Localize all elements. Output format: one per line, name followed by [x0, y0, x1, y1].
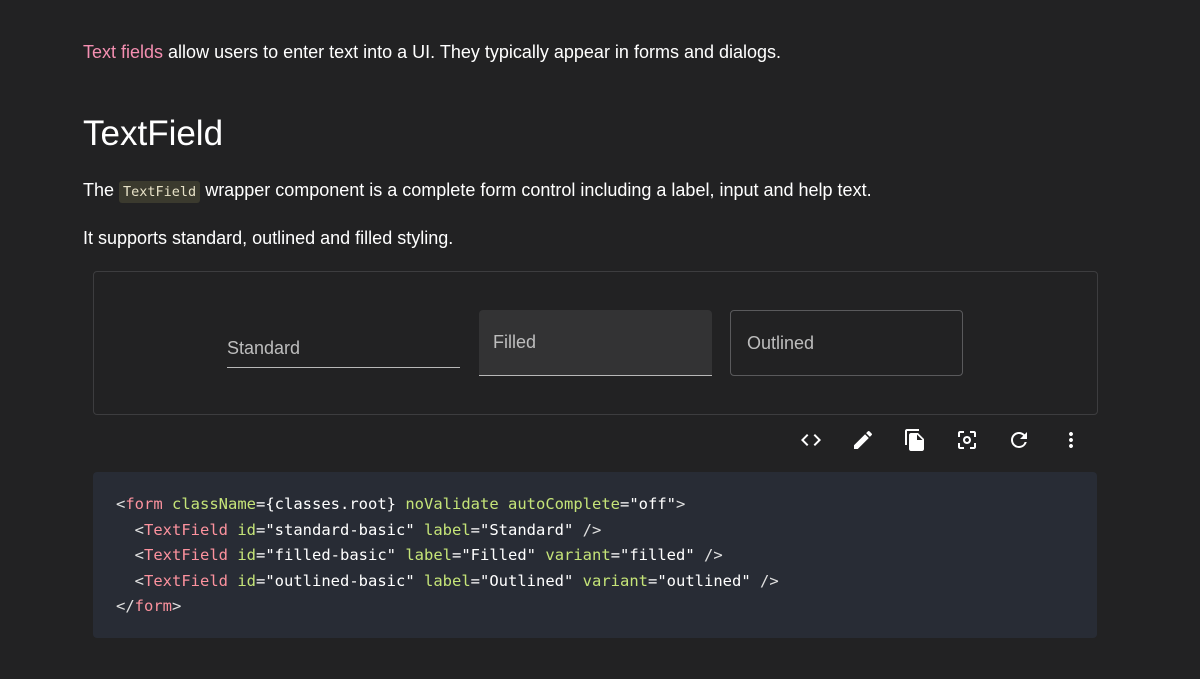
code-block[interactable]: <form className={classes.root} noValidat… — [93, 472, 1097, 638]
edit-icon — [854, 430, 873, 449]
code-attr: variant — [545, 546, 611, 564]
code-value: ="off" — [620, 495, 676, 513]
code-tag: form — [125, 495, 163, 513]
text-fields-link[interactable]: Text fields — [83, 42, 163, 62]
filled-textfield[interactable]: Filled — [479, 310, 712, 376]
code-value: ="Filled" — [452, 546, 537, 564]
reset-icon — [1011, 432, 1027, 448]
code-icon — [801, 434, 821, 446]
demo-container: Standard Filled Outlined — [93, 271, 1098, 415]
code-value: ="filled-basic" — [256, 546, 396, 564]
page-heading: TextField — [83, 114, 224, 153]
intro-text: allow users to enter text into a UI. The… — [163, 42, 782, 62]
code-tag: form — [134, 597, 172, 615]
more-options-button[interactable] — [1051, 420, 1091, 460]
code-attr: className — [172, 495, 257, 513]
code-tag: TextField — [144, 571, 228, 590]
code-punct: > — [172, 597, 182, 615]
code-tag: TextField — [144, 520, 228, 539]
code-attr: label — [424, 520, 471, 539]
more-vert-icon — [1069, 432, 1073, 448]
code-value: ="standard-basic" — [256, 520, 415, 539]
reset-button[interactable] — [999, 420, 1039, 460]
focus-button[interactable] — [947, 420, 987, 460]
standard-textfield[interactable]: Standard — [227, 312, 460, 368]
code-attr: id — [237, 520, 257, 539]
code-attr: noValidate — [405, 495, 499, 513]
code-punct: /> — [573, 520, 602, 539]
outlined-textfield[interactable]: Outlined — [730, 310, 963, 376]
code-attr: variant — [582, 571, 648, 590]
screenshot-icon — [958, 431, 976, 449]
code-value: ="outlined-basic" — [256, 571, 415, 590]
code-listing: <form className={classes.root} noValidat… — [116, 492, 779, 620]
code-value: ="filled" — [610, 546, 695, 564]
code-attr: label — [424, 571, 471, 590]
code-punct: < — [116, 495, 126, 513]
description-paragraph: The TextField wrapper component is a com… — [83, 178, 872, 204]
code-value: ={classes.root} — [256, 495, 396, 513]
code-value: ="Outlined" — [470, 571, 574, 590]
code-attr: id — [237, 546, 257, 564]
show-source-button[interactable] — [791, 420, 831, 460]
code-attr: label — [405, 546, 453, 564]
standard-label: Standard — [227, 338, 301, 358]
code-punct: </ — [116, 597, 135, 615]
copy-button[interactable] — [895, 420, 935, 460]
demo-toolbar — [785, 420, 1095, 460]
code-attr: id — [237, 571, 257, 590]
code-punct: < — [116, 546, 144, 564]
code-value: ="outlined" — [648, 571, 751, 590]
code-punct: > — [676, 495, 686, 513]
code-value: ="Standard" — [470, 520, 574, 539]
code-punct: < — [116, 520, 144, 539]
code-attr: autoComplete — [508, 495, 620, 513]
styling-paragraph: It supports standard, outlined and fille… — [83, 228, 454, 248]
code-punct: /> — [750, 571, 779, 590]
intro-paragraph: Text fields allow users to enter text in… — [83, 40, 781, 64]
copy-icon — [905, 429, 924, 451]
edit-button[interactable] — [843, 420, 883, 460]
outlined-label: Outlined — [747, 333, 815, 353]
description-after: wrapper component is a complete form con… — [200, 180, 872, 200]
code-punct: < — [116, 571, 144, 590]
description-before: The — [83, 180, 120, 200]
filled-label: Filled — [493, 332, 537, 352]
inline-code-textfield: TextField — [119, 181, 201, 203]
code-punct: /> — [694, 546, 723, 564]
code-tag: TextField — [144, 546, 228, 564]
